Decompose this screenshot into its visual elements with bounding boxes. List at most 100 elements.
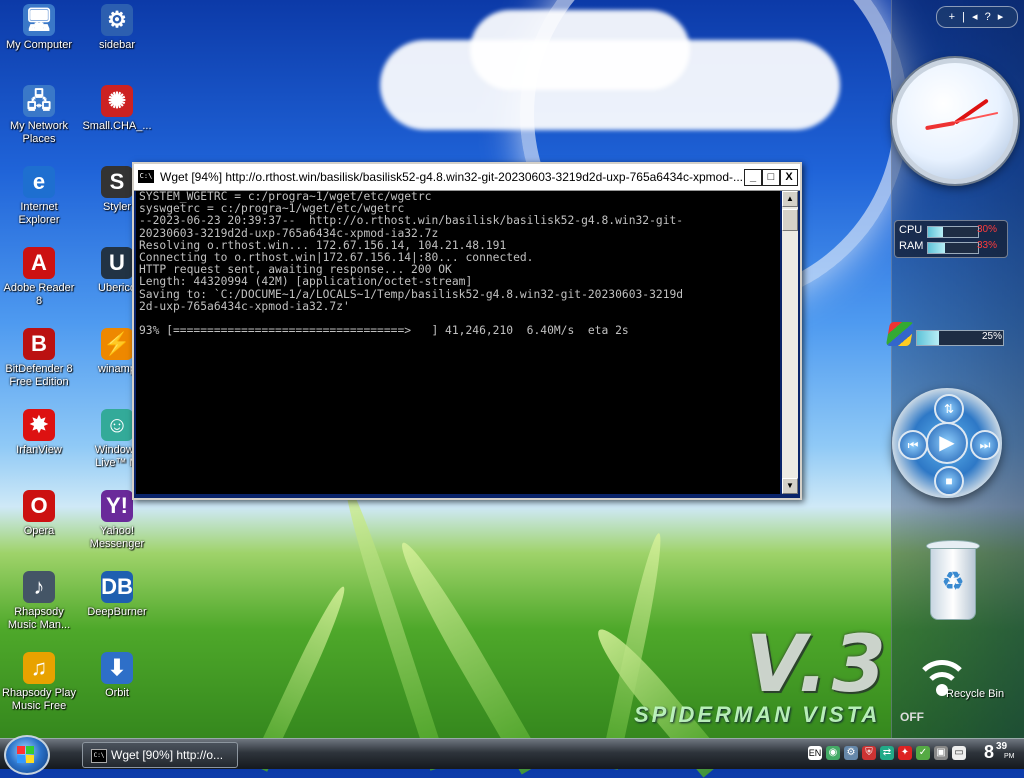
taskbar-clock-minute: 39 [996, 741, 1008, 752]
ram-label: RAM [899, 240, 924, 252]
desktop-icon-label: Styler [102, 201, 132, 213]
window-title: Wget [94%] http://o.rthost.win/basilisk/… [160, 170, 743, 184]
desktop-icon-rhapsody-play[interactable]: ♫ Rhapsody Play Music Free [0, 652, 80, 713]
taskbar-clock-hour[interactable]: 8 [984, 742, 994, 763]
desktop-icon-label: Rhapsody Play Music Free [2, 687, 76, 712]
clock-hour-hand [925, 121, 956, 131]
desktop-icon-label: Uberico [98, 282, 136, 294]
desktop-icon-label: Rhapsody Music Man... [7, 606, 71, 631]
cpu-value: 30% [976, 224, 997, 235]
start-button[interactable] [4, 735, 50, 775]
wallpaper-cloud [470, 10, 690, 90]
tray-shield-icon[interactable]: ⛨ [862, 746, 876, 760]
start-flag-icon [26, 746, 34, 754]
adobe-reader-icon: A [23, 247, 55, 279]
recycle-bin[interactable]: ♻ [920, 540, 984, 622]
desktop-icon-label: Small.CHA_... [82, 120, 152, 132]
next-button[interactable]: ⏭ [970, 430, 1000, 460]
cpu-ram-meter-gadget[interactable]: CPU 30% RAM 33% [894, 220, 1008, 258]
maximize-button[interactable]: □ [762, 169, 780, 186]
desktop-icon-label: Internet Explorer [18, 201, 60, 226]
desktop-icon-label: Orbit [105, 687, 129, 699]
console-line: Length: 44320994 (42M) [application/octe… [139, 275, 473, 289]
language-indicator[interactable]: EN [808, 746, 822, 760]
cpu-meter: CPU 30% [899, 224, 1003, 238]
desktop-icon-label: DeepBurner [87, 606, 147, 618]
scroll-thumb[interactable] [782, 209, 798, 231]
ram-value: 33% [976, 240, 997, 251]
console-icon: C:\ [91, 749, 107, 763]
media-player-gadget: ⇅ ⏮ ▶ ⏭ ■ [892, 388, 1002, 498]
wifi-signal-icon [912, 654, 976, 718]
console-line: --2023-06-23 20:39:37-- http://o.rthost.… [139, 214, 684, 228]
volume-value: 25% [982, 331, 1003, 342]
previous-button[interactable]: ⏮ [898, 430, 928, 460]
desktop-icon-deepburner[interactable]: DB DeepBurner [76, 571, 158, 619]
taskbar-item-label: Wget [90%] http://o... [111, 748, 224, 762]
tray-settings-icon[interactable]: ⚙ [844, 746, 858, 760]
desktop-icon-rhapsody-manager[interactable]: ♪ Rhapsody Music Man... [0, 571, 80, 632]
desktop-icon-label: Yahoo! Messenger [89, 525, 145, 550]
minimize-button[interactable]: _ [744, 169, 762, 186]
console-line: 93% [==================================>… [139, 324, 629, 338]
ram-bar [927, 242, 979, 254]
desktop-icon-opera[interactable]: O Opera [0, 490, 80, 538]
window-titlebar[interactable]: C:\ Wget [94%] http://o.rthost.win/basil… [134, 164, 800, 191]
stop-button[interactable]: ■ [934, 466, 964, 496]
cpu-bar [927, 226, 979, 238]
desktop-icon-internet-explorer[interactable]: e Internet Explorer [0, 166, 80, 227]
desktop-icon-my-network-places[interactable]: 🖧 My Network Places [0, 85, 80, 146]
tray-network-icon[interactable]: ⇄ [880, 746, 894, 760]
taskbar: C:\ Wget [90%] http://o... EN ◉ ⚙ ⛨ ⇄ ✦ … [0, 735, 1024, 775]
opera-icon: O [23, 490, 55, 522]
desktop-icon-orbit[interactable]: ⬇ Orbit [76, 652, 158, 700]
ram-bar-fill [928, 243, 945, 253]
scroll-down-arrow[interactable]: ▼ [782, 478, 798, 494]
yahoo-messenger-icon: Y! [101, 490, 133, 522]
wget-console-window[interactable]: C:\ Wget [94%] http://o.rthost.win/basil… [132, 162, 802, 500]
close-button[interactable]: X [780, 169, 798, 186]
tray-app-icon[interactable]: ◉ [826, 746, 840, 760]
rhapsody-manager-icon: ♪ [23, 571, 55, 603]
play-button[interactable]: ▶ [926, 422, 968, 464]
desktop-icon-label: winamp [98, 363, 136, 375]
wallpaper-grass [337, 479, 448, 771]
desktop-icon-small-cha[interactable]: ✺ Small.CHA_... [76, 85, 158, 133]
start-flag-icon [26, 755, 34, 763]
desktop-icon-adobe-reader[interactable]: A Adobe Reader 8 [0, 247, 80, 308]
console-scrollbar[interactable]: ▲ ▼ [782, 191, 798, 494]
desktop-icon-label: Opera [23, 525, 55, 537]
taskbar-item-wget[interactable]: C:\ Wget [90%] http://o... [82, 742, 238, 768]
console-output[interactable]: SYSTEM_WGETRC = c:/progra~1/wget/etc/wge… [136, 190, 780, 494]
my-network-places-icon: 🖧 [23, 85, 55, 117]
console-icon: C:\ [138, 170, 154, 183]
styler-icon: S [101, 166, 133, 198]
desktop-icon-irfanview[interactable]: ✸ IrfanView [0, 409, 80, 457]
brand-name: SPIDERMAN VISTA [634, 702, 881, 727]
sidebar-nav-controls[interactable]: + | ◂ ? ▸ [936, 6, 1018, 28]
desktop-icon-my-computer[interactable]: 🖥 My Computer [0, 4, 80, 52]
tray-display-icon[interactable]: ▭ [952, 746, 966, 760]
small-cha-icon: ✺ [101, 85, 133, 117]
shuffle-button[interactable]: ⇅ [934, 394, 964, 424]
irfanview-icon: ✸ [23, 409, 55, 441]
desktop-icon-label: Adobe Reader 8 [3, 282, 75, 307]
rhapsody-play-icon: ♫ [23, 652, 55, 684]
tray-device-icon[interactable]: ▣ [934, 746, 948, 760]
scroll-up-arrow[interactable]: ▲ [782, 191, 798, 207]
volume-gadget[interactable]: 25% [884, 318, 1008, 352]
tray-security-icon[interactable]: ✦ [898, 746, 912, 760]
system-tray: EN ◉ ⚙ ⛨ ⇄ ✦ ✓ ▣ ▭ [808, 743, 978, 765]
cpu-label: CPU [899, 224, 923, 236]
desktop-icon-label: My Network Places [9, 120, 69, 145]
desktop-icon-label: sidebar [98, 39, 136, 51]
console-line: 20230603-3219d2d-uxp-765a6434c-xpmod-ia3… [139, 226, 439, 240]
analog-clock-gadget[interactable] [892, 58, 1018, 184]
windows-live-icon: ☺ [101, 409, 133, 441]
ram-meter: RAM 33% [899, 240, 1003, 254]
desktop-icon-sidebar[interactable]: ⚙ sidebar [76, 4, 158, 52]
desktop-icon-bitdefender[interactable]: B BitDefender 8 Free Edition [0, 328, 80, 389]
console-line: Saving to: `C:/DOCUME~1/a/LOCALS~1/Temp/… [139, 287, 684, 301]
console-line: 2d-uxp-765a6434c-xpmod-ia32.7z' [139, 299, 350, 313]
tray-update-icon[interactable]: ✓ [916, 746, 930, 760]
